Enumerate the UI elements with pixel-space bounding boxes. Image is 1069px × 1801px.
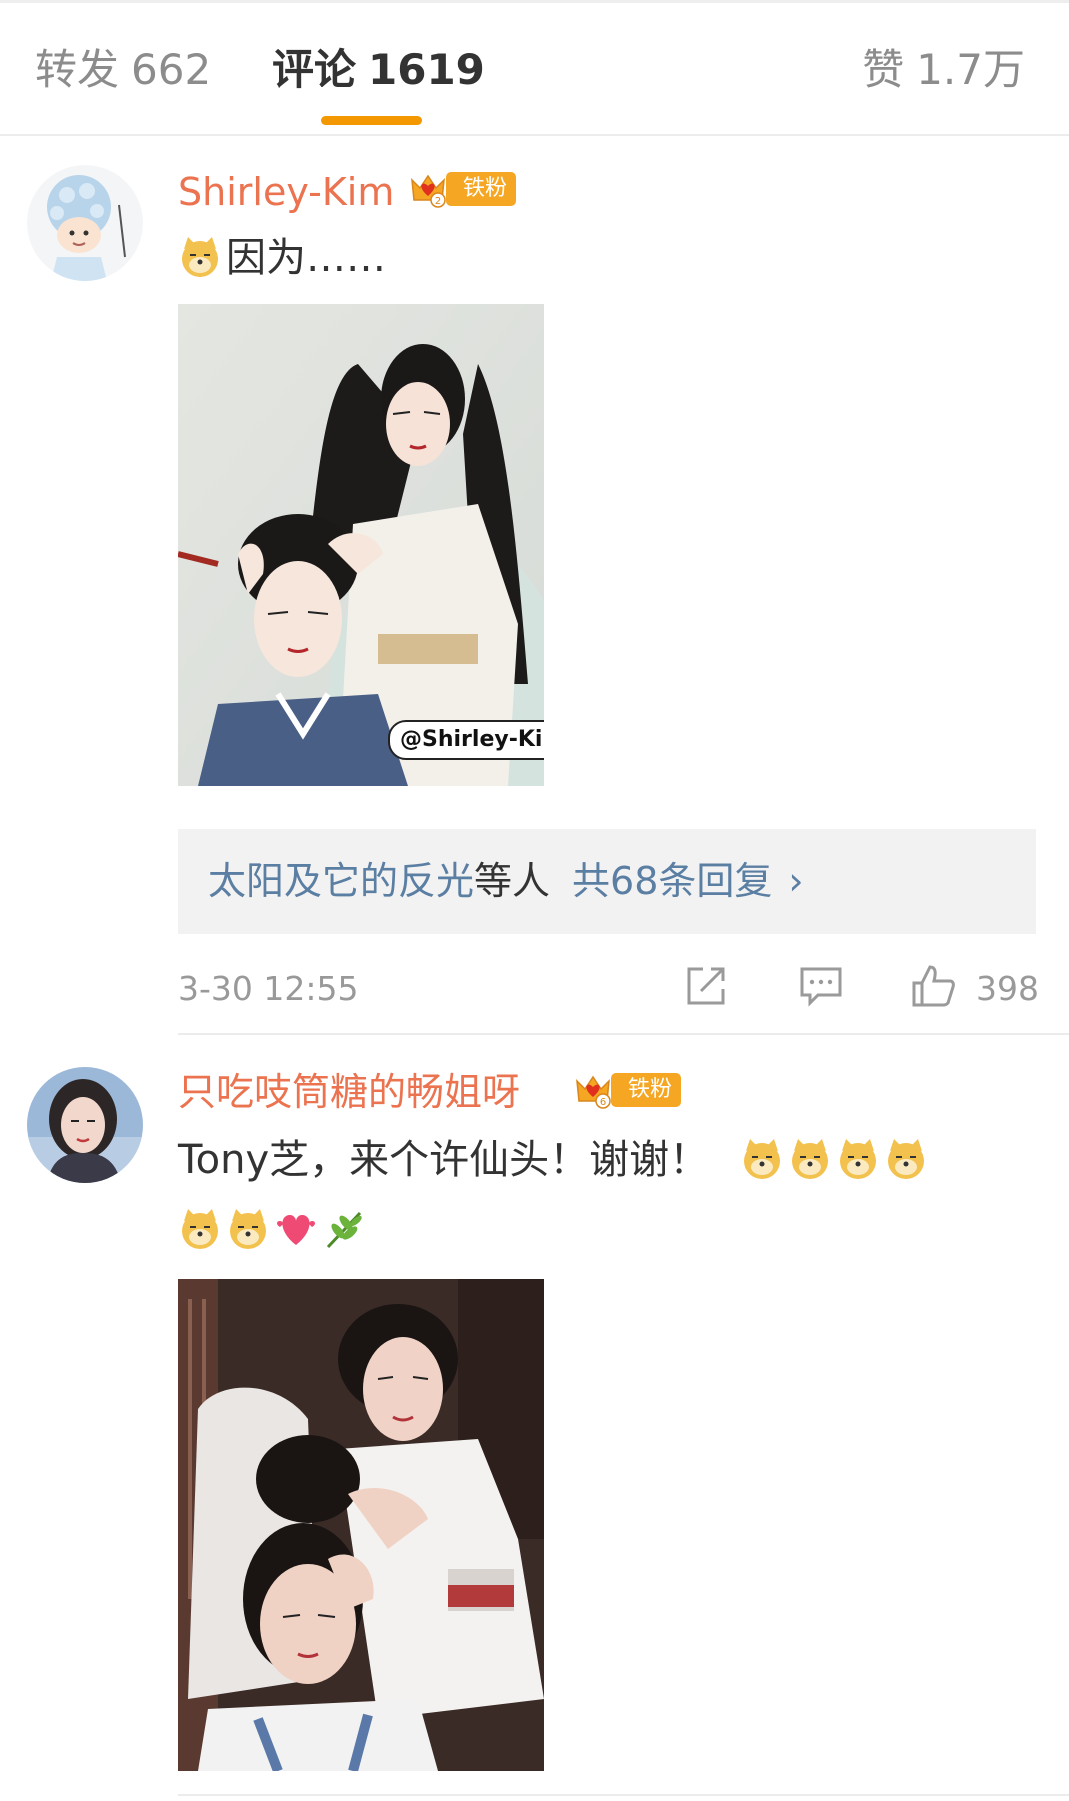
- comment-image[interactable]: @Shirley-Kim: [178, 304, 544, 786]
- badge-label: 铁粉: [462, 176, 507, 201]
- thumbs-up-icon[interactable]: [910, 963, 956, 1009]
- replies-total[interactable]: 共68条回复: [572, 859, 772, 903]
- username[interactable]: 只吃吱筒糖的畅姐呀: [178, 1068, 520, 1116]
- doge-emoji: [178, 235, 222, 279]
- fan-badge[interactable]: 6 铁粉: [573, 1071, 683, 1109]
- fan-badge[interactable]: 2 铁粉: [408, 170, 518, 208]
- doge-emoji: [884, 1137, 928, 1181]
- chevron-right-icon: ›: [788, 859, 804, 903]
- heart-emoji: [274, 1207, 318, 1251]
- comment-body: 因为……: [226, 235, 386, 281]
- comment-body: Tony芝，来个许仙头！谢谢！: [178, 1137, 710, 1183]
- tab-repost[interactable]: 转发 662: [35, 44, 211, 96]
- comment-text: Tony芝，来个许仙头！谢谢！: [178, 1130, 932, 1190]
- tab-likes-label: 赞: [862, 45, 905, 94]
- doge-emoji: [226, 1207, 270, 1251]
- doge-emoji: [740, 1137, 784, 1181]
- tab-bar: 转发 662 评论 1619 赞 1.7万: [0, 0, 1069, 136]
- replies-names[interactable]: 太阳及它的反光: [208, 859, 474, 903]
- avatar[interactable]: [27, 1067, 143, 1183]
- comment-icon[interactable]: [798, 963, 844, 1009]
- tab-repost-label: 转发: [35, 45, 120, 94]
- divider: [178, 1794, 1069, 1796]
- tab-comments-count: 1619: [368, 45, 485, 94]
- tab-likes[interactable]: 赞 1.7万: [862, 44, 1025, 96]
- badge-label: 铁粉: [627, 1077, 672, 1102]
- divider: [178, 1033, 1069, 1035]
- badge-level: 2: [435, 196, 441, 207]
- doge-emoji: [788, 1137, 832, 1181]
- share-icon[interactable]: [683, 963, 729, 1009]
- timestamp: 3-30 12:55: [178, 969, 359, 1008]
- doge-emoji: [178, 1207, 222, 1251]
- tab-comments-label: 评论: [272, 45, 357, 94]
- username[interactable]: Shirley-Kim: [178, 168, 394, 216]
- active-tab-indicator: [321, 116, 422, 125]
- badge-level: 6: [600, 1097, 606, 1108]
- image-watermark: @Shirley-Kim: [388, 720, 544, 760]
- branch-emoji: [322, 1207, 366, 1251]
- comment-text: 因为……: [178, 228, 386, 288]
- tab-likes-count: 1.7万: [916, 45, 1025, 94]
- comment-meta: 3-30 12:55 398: [178, 963, 1039, 1013]
- doge-emoji: [836, 1137, 880, 1181]
- comment-image[interactable]: [178, 1279, 544, 1771]
- tab-repost-count: 662: [131, 45, 212, 94]
- tab-comments[interactable]: 评论 1619: [272, 44, 485, 96]
- like-count: 398: [976, 969, 1039, 1008]
- replies-preview[interactable]: 太阳及它的反光等人 共68条回复 ›: [178, 829, 1036, 934]
- replies-suffix: 等人: [474, 859, 551, 903]
- comment-emoji-row: [178, 1200, 370, 1260]
- avatar[interactable]: [27, 165, 143, 281]
